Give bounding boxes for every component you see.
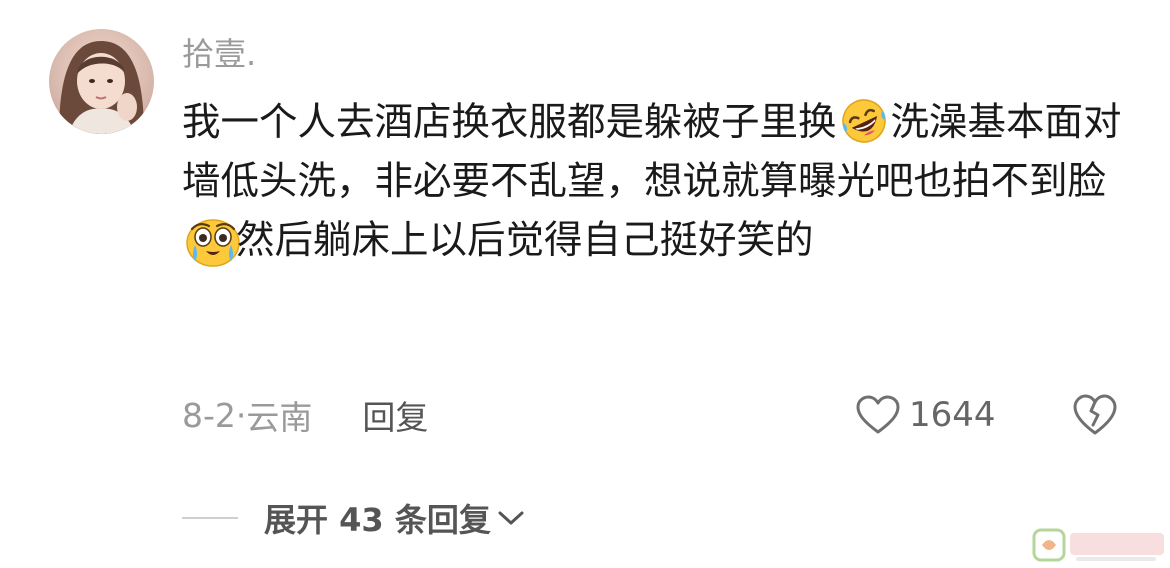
comment-text-part-1: 我一个人去酒店换衣服都是躲被子里换 xyxy=(182,100,837,145)
meta-separator: · xyxy=(235,395,247,435)
comment-text: 我一个人去酒店换衣服都是躲被子里换 洗澡基本面对墙低头洗，非必要不乱望，想说就算… xyxy=(182,93,1127,270)
joy-tears-emoji-icon xyxy=(185,215,240,267)
expand-replies-label: 展开 43 条回复 xyxy=(264,501,491,539)
expand-replies: 展开 43 条回复 xyxy=(182,495,525,541)
comment-date: 8-2 xyxy=(182,395,236,435)
comment-text-part-3: 然后躺床上以后觉得自己挺好笑的 xyxy=(236,218,814,263)
broken-heart-icon xyxy=(1071,392,1119,438)
avatar[interactable] xyxy=(49,29,154,134)
expand-replies-button[interactable]: 展开 43 条回复 xyxy=(264,495,525,541)
chevron-down-icon xyxy=(497,509,525,527)
rofl-emoji-icon xyxy=(840,97,888,145)
reply-button[interactable]: 回复 xyxy=(362,391,428,439)
divider-line xyxy=(182,517,238,519)
comment-username[interactable]: 拾壹. xyxy=(182,32,256,76)
like-count: 1644 xyxy=(909,395,996,435)
watermark-logo xyxy=(1032,525,1168,565)
comment-location: 云南 xyxy=(246,398,313,437)
like-button[interactable]: 1644 xyxy=(855,389,996,441)
heart-icon xyxy=(855,394,901,436)
comment-meta: 8-2 · 云南 回复 xyxy=(182,391,428,439)
dislike-button[interactable] xyxy=(1071,392,1119,438)
